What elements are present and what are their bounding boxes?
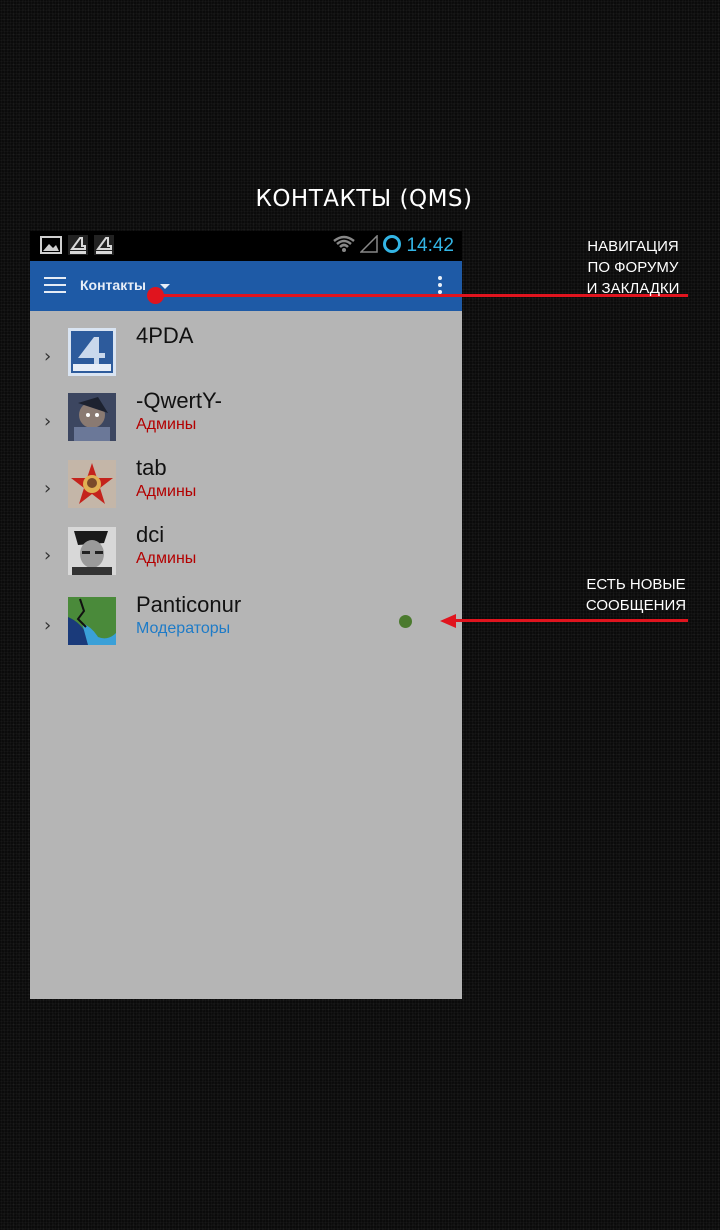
contact-group: Модераторы xyxy=(136,620,231,637)
chevron-right-icon[interactable]: › xyxy=(44,478,51,499)
dropdown-arrow-icon[interactable] xyxy=(160,284,170,289)
avatar xyxy=(68,460,116,508)
contact-item[interactable]: › Panticonur Модераторы xyxy=(30,592,462,657)
gallery-notification-icon xyxy=(40,236,62,254)
chevron-right-icon[interactable]: › xyxy=(44,411,51,432)
chevron-right-icon[interactable]: › xyxy=(44,545,51,566)
contact-item[interactable]: › tab Админы xyxy=(30,455,462,520)
contact-name: dci xyxy=(136,522,165,547)
avatar xyxy=(68,597,116,645)
annotation-line-text: ЕСТЬ НОВЫЕ xyxy=(586,576,686,593)
annotation-navigation: НАВИГАЦИЯ ПО ФОРУМУ И ЗАКЛАДКИ xyxy=(566,236,700,299)
contact-item[interactable]: › -QwertY- Админы xyxy=(30,388,462,453)
annotation-line-text: И ЗАКЛАДКИ xyxy=(586,280,680,297)
app-bar: Контакты xyxy=(30,261,462,311)
chevron-right-icon[interactable]: › xyxy=(44,346,51,367)
clock: 14:42 xyxy=(406,235,454,256)
avatar xyxy=(68,393,116,441)
annotation-line-text: СООБЩЕНИЯ xyxy=(585,597,687,614)
status-bar: 14:42 xyxy=(30,231,462,261)
4pda-notification-icon xyxy=(68,235,88,255)
annotation-new-messages: ЕСТЬ НОВЫЕ СООБЩЕНИЯ xyxy=(566,574,706,616)
contact-name: 4PDA xyxy=(136,323,194,348)
contact-group: Админы xyxy=(136,550,197,567)
4pda-notification-icon xyxy=(94,235,114,255)
contact-item[interactable]: › dci Админы xyxy=(30,522,462,587)
app-bar-title[interactable]: Контакты xyxy=(80,277,146,293)
phone-screen: 14:42 Контакты › 4PDA › -QwertY- Админы … xyxy=(30,231,462,999)
wifi-icon xyxy=(332,235,356,257)
contact-group: Админы xyxy=(136,483,197,500)
annotation-line xyxy=(452,619,688,622)
chevron-right-icon[interactable]: › xyxy=(44,615,51,636)
contact-name: tab xyxy=(136,455,167,480)
avatar xyxy=(68,527,116,575)
contact-group: Админы xyxy=(136,416,197,433)
avatar xyxy=(68,328,116,376)
sync-icon xyxy=(382,234,402,258)
menu-icon[interactable] xyxy=(44,277,66,295)
contact-item[interactable]: › 4PDA xyxy=(30,323,462,388)
page-title: КОНТАКТЫ (QMS) xyxy=(255,186,473,212)
new-message-indicator xyxy=(399,615,412,628)
contact-name: Panticonur xyxy=(136,592,242,617)
contact-name: -QwertY- xyxy=(136,388,222,413)
signal-icon xyxy=(359,234,379,257)
annotation-line-text: НАВИГАЦИЯ xyxy=(587,238,679,255)
annotation-line-text: ПО ФОРУМУ xyxy=(587,259,679,276)
